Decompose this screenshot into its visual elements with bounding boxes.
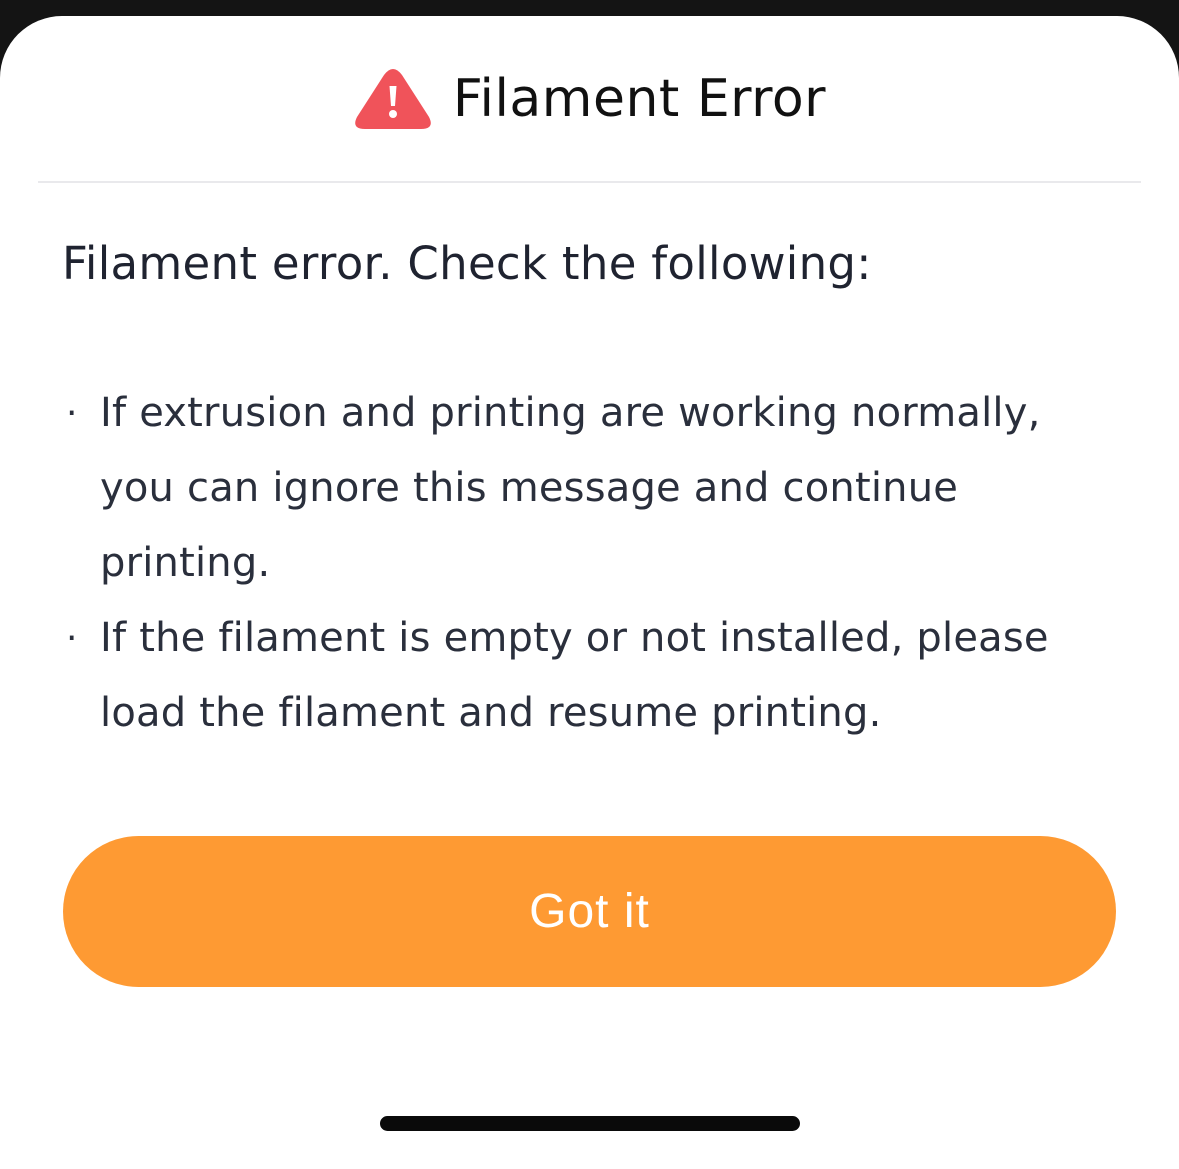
filament-error-dialog: Filament Error Filament error. Check the… bbox=[0, 16, 1179, 1169]
dialog-header: Filament Error bbox=[0, 16, 1179, 182]
got-it-button-label: Got it bbox=[529, 885, 650, 938]
list-item-text: If the filament is empty or not installe… bbox=[100, 615, 1049, 736]
bullet-dot: · bbox=[66, 618, 78, 659]
home-indicator bbox=[380, 1116, 800, 1131]
dialog-subtitle: Filament error. Check the following: bbox=[62, 237, 872, 290]
list-item: · If extrusion and printing are working … bbox=[62, 376, 1122, 601]
list-item-text: If extrusion and printing are working no… bbox=[100, 390, 1041, 586]
dialog-title: Filament Error bbox=[452, 69, 827, 129]
warning-triangle-icon bbox=[353, 68, 433, 130]
instruction-list: · If extrusion and printing are working … bbox=[62, 376, 1122, 751]
header-divider bbox=[38, 181, 1141, 183]
list-item: · If the filament is empty or not instal… bbox=[62, 601, 1122, 751]
got-it-button[interactable]: Got it bbox=[63, 836, 1116, 987]
bullet-dot: · bbox=[66, 393, 78, 434]
